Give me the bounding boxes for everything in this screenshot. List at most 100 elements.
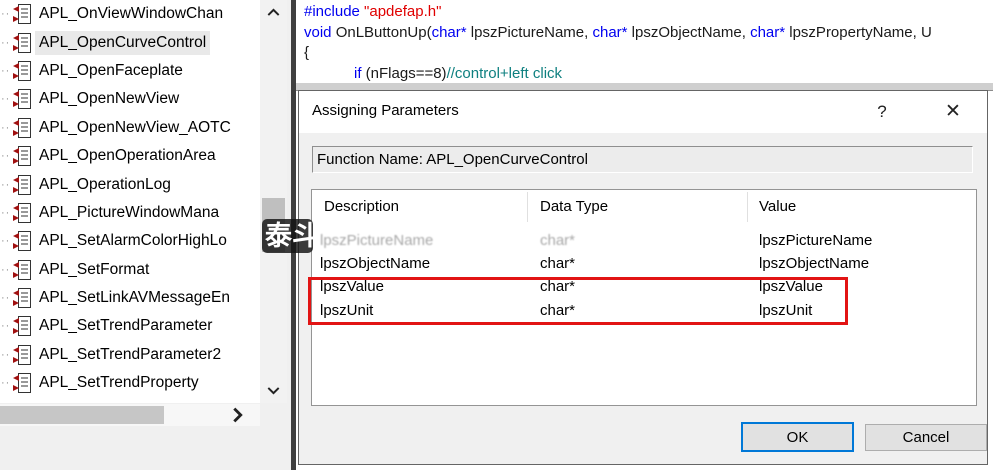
function-list-item[interactable]: ·· APL_SetTrendProperty (0, 369, 260, 397)
function-list-item-label-wrap[interactable]: APL_OpenOperationArea (35, 144, 220, 168)
table-row[interactable]: lpszValue char* lpszValue (312, 276, 976, 299)
tree-connector-dots: ·· (1, 320, 11, 333)
function-list-item-label: APL_SetFormat (39, 260, 150, 278)
code-editor[interactable]: #include "apdefap.h" void OnLButtonUp(cha… (296, 0, 993, 92)
function-list-item-label-wrap[interactable]: APL_PictureWindowMana (35, 201, 223, 225)
code-line: { (304, 44, 310, 61)
function-list-item[interactable]: ·· APL_OnViewWindowChan (0, 0, 260, 28)
tree-connector-dots: ·· (1, 64, 11, 77)
function-list-item[interactable]: ·· APL_OpenFaceplate (0, 57, 260, 85)
table-row[interactable]: lpszPictureName char* lpszPictureName (312, 230, 976, 253)
function-list-item-label-wrap[interactable]: APL_OpenNewView_AOTC (35, 116, 235, 140)
tree-connector-dots: ·· (1, 235, 11, 248)
table-rows: lpszPictureName char* lpszPictureName lpszO… (312, 230, 976, 323)
c-action-script-icon (12, 372, 32, 394)
tree-connector-dots: ·· (1, 206, 11, 219)
column-header-data-type[interactable]: Data Type (540, 198, 608, 215)
function-list-item-label: APL_OpenNewView_AOTC (39, 118, 231, 136)
function-list-item-label-wrap[interactable]: APL_SetTrendParameter2 (35, 343, 225, 367)
function-list-item-label: APL_SetTrendParameter2 (39, 345, 222, 363)
code-line: #include "apdefap.h" (304, 3, 442, 20)
table-row[interactable]: lpszObjectName char* lpszObjectName (312, 253, 976, 276)
table-cell: lpszUnit (320, 301, 374, 319)
table-cell: lpszPictureName (759, 232, 873, 249)
function-list-panel: ·· APL_OnViewWindowChan ·· APL_OpenCurveCon… (0, 0, 291, 470)
function-list-item-label: APL_SetTrendParameter (39, 317, 213, 335)
function-list-item-label-wrap[interactable]: APL_SetAlarmColorHighLo (35, 229, 231, 253)
table-cell: lpszObjectName (759, 255, 870, 273)
column-separator (527, 192, 528, 222)
tree-connector-dots: ·· (1, 121, 11, 134)
function-list-item-label: APL_OperationLog (39, 175, 171, 193)
dialog-titlebar[interactable]: Assigning Parameters ? ✕ (299, 91, 987, 133)
function-list-item[interactable]: ·· APL_OpenOperationArea (0, 142, 260, 170)
function-list-item[interactable]: ·· APL_SetTrendParameter (0, 312, 260, 340)
function-list-item[interactable]: ·· APL_PictureWindowMana (0, 199, 260, 227)
cancel-button[interactable]: Cancel (865, 424, 987, 451)
c-action-script-icon (12, 145, 32, 167)
parameter-table[interactable]: Description Data Type Value lpszPictureN… (311, 189, 977, 406)
scroll-down-icon[interactable] (260, 386, 287, 395)
ok-button[interactable]: OK (741, 422, 854, 452)
tree-connector-dots: ·· (1, 36, 11, 49)
function-list-item[interactable]: ·· APL_OperationLog (0, 170, 260, 198)
tree-connector-dots: ·· (1, 292, 11, 305)
function-name-field: Function Name: APL_OpenCurveControl (312, 146, 973, 173)
tree-connector-dots: ·· (1, 8, 11, 21)
watermark-badge: 泰斗 (262, 219, 313, 253)
function-list-item[interactable]: ·· APL_OpenNewView_AOTC (0, 114, 260, 142)
table-row[interactable]: lpszUnit char* lpszUnit (312, 300, 976, 323)
scroll-right-icon[interactable] (226, 406, 248, 424)
function-list-item-label-wrap[interactable]: APL_OpenCurveControl (35, 30, 211, 55)
function-list-item[interactable]: ·· APL_OpenCurveControl (0, 28, 260, 56)
c-action-script-icon (12, 344, 32, 366)
table-cell: lpszObjectName (320, 255, 431, 273)
horizontal-scrollbar[interactable] (0, 404, 260, 426)
column-header-value[interactable]: Value (759, 198, 796, 215)
function-list-item-label-wrap[interactable]: APL_SetTrendParameter (35, 314, 216, 338)
table-cell: char* (540, 232, 576, 249)
table-cell: char* (540, 255, 576, 273)
c-action-script-icon (12, 88, 32, 110)
function-list-item[interactable]: ·· APL_SetAlarmColorHighLo (0, 227, 260, 255)
tree-connector-dots: ·· (1, 263, 11, 276)
watermark-text: 泰斗 (265, 221, 313, 251)
scroll-up-icon[interactable] (260, 8, 287, 17)
function-list-item-label-wrap[interactable]: APL_OpenFaceplate (35, 59, 187, 83)
function-list-item-label-wrap[interactable]: APL_SetLinkAVMessageEn (35, 286, 234, 310)
function-list-item-label-wrap[interactable]: APL_OpenNewView (35, 87, 183, 111)
function-list-item-label: APL_SetTrendProperty (39, 374, 199, 392)
column-header-description[interactable]: Description (324, 198, 399, 215)
horizontal-scrollbar-thumb[interactable] (0, 406, 164, 424)
table-cell: lpszValue (320, 278, 384, 296)
help-icon[interactable]: ? (869, 99, 895, 125)
c-action-script-icon (12, 259, 32, 281)
c-action-script-icon (12, 287, 32, 309)
c-action-script-icon (12, 60, 32, 82)
function-list-item-label-wrap[interactable]: APL_SetFormat (35, 258, 153, 282)
bottom-edge-strip (296, 465, 993, 470)
function-list-item[interactable]: ·· APL_OpenNewView (0, 85, 260, 113)
function-list-item-label-wrap[interactable]: APL_OnViewWindowChan (35, 2, 227, 26)
close-icon[interactable]: ✕ (937, 96, 969, 126)
tree-connector-dots: ·· (1, 348, 11, 361)
function-list-item[interactable]: ·· APL_SetFormat (0, 256, 260, 284)
function-list-item-label: APL_OpenFaceplate (39, 61, 183, 79)
function-list-item-label: APL_OnViewWindowChan (39, 5, 224, 23)
tree-connector-dots: ·· (1, 377, 11, 390)
tree-connector-dots: ·· (1, 150, 11, 163)
tree-connector-dots: ·· (1, 93, 11, 106)
function-list-item-label-wrap[interactable]: APL_OperationLog (35, 173, 175, 197)
table-cell: lpszUnit (759, 301, 813, 319)
function-list-item[interactable]: ·· APL_SetTrendParameter2 (0, 341, 260, 369)
function-list-item[interactable]: ·· APL_SetLinkAVMessageEn (0, 284, 260, 312)
function-list-item-label: APL_SetAlarmColorHighLo (39, 232, 227, 250)
assigning-parameters-dialog: Assigning Parameters ? ✕ Function Name: … (298, 90, 988, 465)
function-list-item-label-wrap[interactable]: APL_SetTrendProperty (35, 371, 203, 395)
vertical-scrollbar[interactable] (260, 0, 287, 403)
c-action-script-icon (12, 3, 32, 25)
function-list-item-label: APL_PictureWindowMana (39, 203, 220, 221)
code-line: if (nFlags==8)//control+left click (354, 64, 563, 82)
function-list-item-label: APL_OpenCurveControl (39, 33, 207, 51)
table-header: Description Data Type Value (312, 190, 976, 224)
